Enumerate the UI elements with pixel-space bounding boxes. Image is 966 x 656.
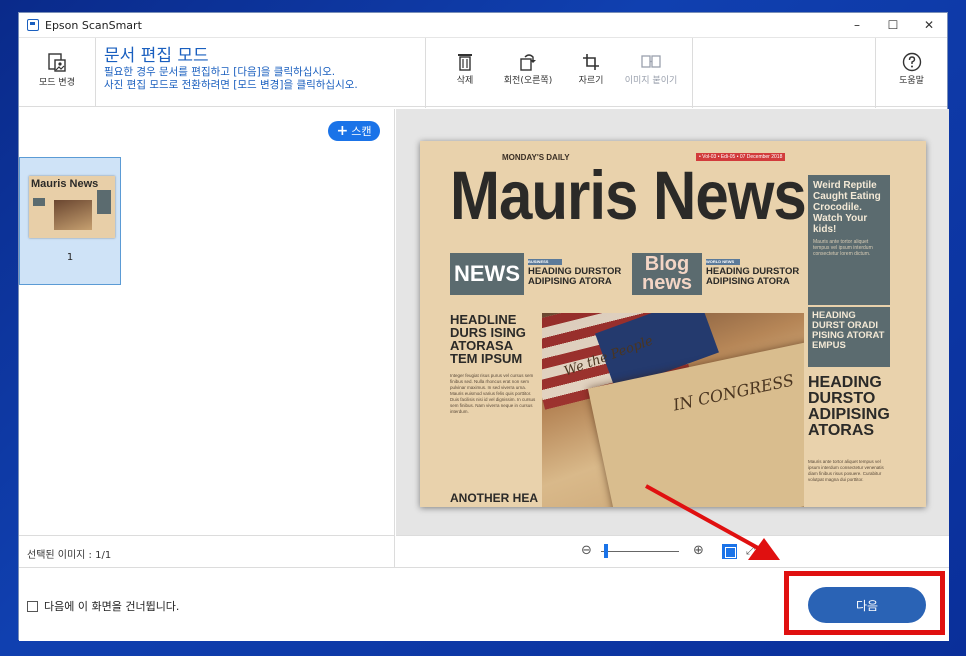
zoom-out-icon[interactable]: ⊖: [581, 543, 592, 558]
thumbnail-title: Mauris News: [31, 178, 99, 190]
right-text: Mauris ante tortor aliquet tempus vel ip…: [808, 459, 884, 482]
toolbar: 모드 변경 문서 편집 모드 필요한 경우 문서를 편집하고 [다음]을 클릭하…: [19, 37, 947, 108]
pointer-arrow-icon: [645, 484, 780, 560]
thumbnail-news-box: [33, 198, 45, 206]
mode-change-button[interactable]: 모드 변경: [19, 38, 95, 106]
maximize-button[interactable]: ☐: [875, 13, 911, 37]
column-business-tag: BUSINESS: [528, 259, 562, 265]
crop-label: 자르기: [578, 76, 604, 86]
mode-desc-line2: 사진 편집 모드로 전환하려면 [모드 변경]을 클릭하십시오.: [104, 79, 358, 91]
rotate-right-label: 회전(오른쪽): [503, 76, 553, 86]
right-headline: HEADING DURSTO ADIPISING ATORAS: [808, 374, 890, 439]
plus-icon: +: [336, 123, 349, 139]
mode-info: 문서 편집 모드 필요한 경우 문서를 편집하고 [다음]을 클릭하십시오. 사…: [96, 38, 416, 106]
thumbnail-number: 1: [66, 252, 74, 263]
finance-headline: HEADING DURST ORADI PISING ATORAT EMPUS: [808, 307, 890, 367]
help-icon: [902, 52, 921, 72]
preview-area: MONDAY'S DAILY • Vol-03 • Edi-05 • 07 De…: [396, 109, 949, 535]
thumbnail-image: Mauris News: [29, 176, 115, 238]
zoom-slider-thumb[interactable]: [603, 544, 608, 558]
column-world-headline: HEADING DURSTOR ADIPISING ATORA: [706, 266, 800, 287]
window-controls: – ☐ ✕: [839, 13, 947, 37]
app-icon: [27, 19, 39, 31]
another-headline: ANOTHER HEA: [450, 491, 539, 505]
news-box: NEWS: [450, 253, 524, 295]
title-bar: Epson ScanSmart – ☐ ✕: [19, 13, 947, 37]
thumbnail-sidebar: [97, 190, 111, 214]
column-business-headline: HEADING DURSTOR ADIPISING ATORA: [528, 266, 622, 287]
stitch-images-label: 이미지 붙이기: [624, 76, 678, 86]
newspaper-row: NEWS BUSINESS HEADING DURSTOR ADIPISING …: [450, 253, 806, 295]
column-business: BUSINESS HEADING DURSTOR ADIPISING ATORA: [528, 253, 628, 295]
close-button[interactable]: ✕: [911, 13, 947, 37]
scan-button[interactable]: + 스캔: [328, 121, 380, 141]
help-button[interactable]: 도움말: [875, 38, 947, 108]
mode-change-icon: [48, 53, 66, 72]
left-headline: HEADLINE DURS ISING ATORASA TEM IPSUM: [450, 312, 526, 366]
help-label: 도움말: [899, 76, 924, 86]
thumbnail-panel: + 스캔 Mauris News 1: [19, 109, 395, 567]
side-headline: Weird Reptile Caught Eating Crocodile. W…: [813, 180, 881, 235]
trash-icon: [458, 54, 472, 71]
stitch-images-icon: [641, 55, 661, 68]
skip-screen-label: 다음에 이 화면을 건너뜁니다.: [44, 600, 180, 613]
stitch-images-button[interactable]: 이미지 붙이기: [620, 38, 682, 108]
blog-box: Blog news: [632, 253, 702, 295]
scanned-document-image: MONDAY'S DAILY • Vol-03 • Edi-05 • 07 De…: [420, 141, 926, 507]
left-text: Integer feugiat risus purus vel cursus s…: [450, 373, 536, 414]
column-world-tag: WORLD NEWS: [706, 259, 740, 265]
crop-icon: [583, 54, 599, 70]
edit-tools: 삭제 회전(오른쪽) 자르기 이미지 붙이기: [425, 38, 693, 108]
thumbnail-photo: [54, 200, 92, 230]
rotate-right-icon: [520, 54, 536, 71]
next-button-highlight: [784, 571, 945, 635]
crop-button[interactable]: 자르기: [562, 38, 620, 108]
mode-title: 문서 편집 모드: [104, 46, 209, 66]
skip-screen-checkbox[interactable]: [27, 600, 38, 612]
mode-desc-line1: 필요한 경우 문서를 편집하고 [다음]을 클릭하십시오.: [104, 66, 336, 78]
scan-label: 스캔: [351, 125, 372, 138]
page-thumbnail[interactable]: Mauris News 1: [19, 157, 121, 285]
column-world: WORLD NEWS HEADING DURSTOR ADIPISING ATO…: [706, 253, 806, 295]
skip-screen-option[interactable]: 다음에 이 화면을 건너뜁니다.: [27, 598, 179, 614]
newspaper-photo: We the People IN CONGRESS: [542, 313, 804, 507]
window-title: Epson ScanSmart: [45, 18, 142, 32]
app-window: Epson ScanSmart – ☐ ✕ 모드 변경 문서 편집 모드 필요한…: [18, 12, 949, 641]
selected-images-status: 선택된 이미지 : 1/1: [19, 535, 395, 567]
delete-label: 삭제: [456, 76, 474, 86]
mode-change-label: 모드 변경: [39, 78, 75, 88]
minimize-button[interactable]: –: [839, 13, 875, 37]
delete-button[interactable]: 삭제: [436, 38, 494, 108]
newspaper-masthead: Mauris News: [450, 156, 807, 234]
side-text: Mauris ante tortor aliquet tempus vel ip…: [813, 239, 873, 257]
newspaper-side-story: Weird Reptile Caught Eating Crocodile. W…: [808, 175, 890, 305]
rotate-right-button[interactable]: 회전(오른쪽): [494, 38, 562, 108]
